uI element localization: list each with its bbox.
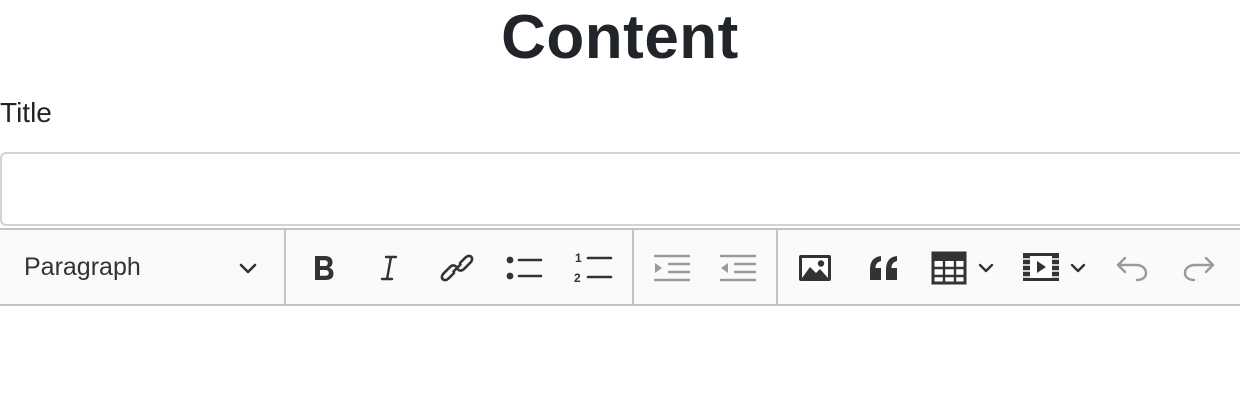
bold-button[interactable] [297, 242, 349, 294]
media-icon [1021, 251, 1061, 288]
chevron-down-icon [1068, 258, 1088, 283]
numbered-list-button[interactable]: 1 2 [566, 242, 618, 294]
redo-button[interactable] [1173, 242, 1225, 294]
bold-icon [307, 252, 339, 284]
insert-media-button[interactable] [1016, 242, 1094, 294]
outdent-icon [717, 251, 757, 285]
italic-icon [373, 252, 405, 284]
numbered-list-icon: 1 2 [571, 250, 613, 286]
editor-toolbar: Paragraph 1 2 [0, 228, 1240, 306]
image-icon [797, 252, 833, 284]
insert-table-button[interactable] [926, 242, 1004, 294]
undo-icon [1114, 253, 1150, 283]
link-icon [440, 251, 474, 285]
toolbar-separator [632, 230, 634, 304]
page-title: Content [501, 3, 739, 72]
title-input[interactable] [0, 152, 1240, 226]
heading-dropdown-label: Paragraph [24, 253, 141, 281]
increase-indent-button[interactable] [645, 242, 697, 294]
heading-dropdown[interactable]: Paragraph [0, 230, 284, 304]
quote-icon [867, 253, 901, 283]
italic-button[interactable] [363, 242, 415, 294]
title-label: Title [0, 97, 52, 128]
block-quote-button[interactable] [858, 242, 910, 294]
bulleted-list-icon [504, 251, 544, 285]
toolbar-separator [776, 230, 778, 304]
insert-image-button[interactable] [789, 242, 841, 294]
toolbar-separator [284, 230, 286, 304]
chevron-down-icon [236, 256, 260, 280]
link-button[interactable] [431, 242, 483, 294]
chevron-down-icon [976, 258, 996, 283]
svg-text:2: 2 [574, 271, 581, 285]
decrease-indent-button[interactable] [711, 242, 763, 294]
bulleted-list-button[interactable] [498, 242, 550, 294]
svg-text:1: 1 [575, 251, 582, 265]
indent-icon [651, 251, 691, 285]
redo-icon [1181, 253, 1217, 283]
editor-content-area[interactable] [0, 306, 1240, 410]
undo-button[interactable] [1106, 242, 1158, 294]
table-icon [931, 251, 967, 290]
